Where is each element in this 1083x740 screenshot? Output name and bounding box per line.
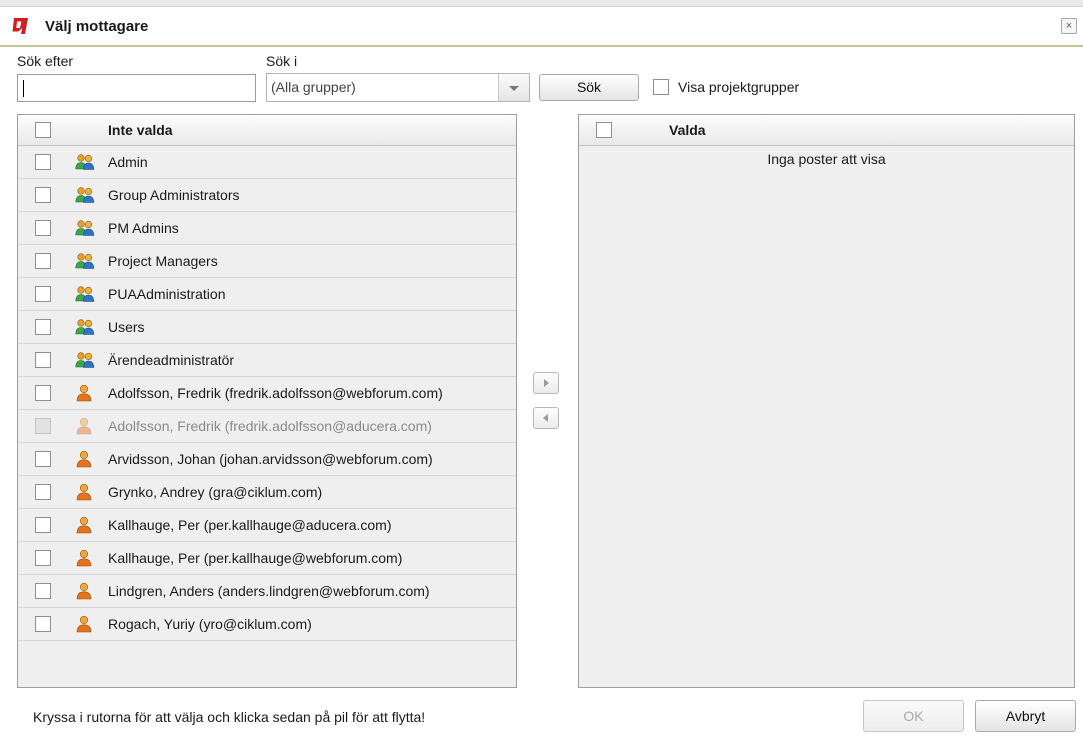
group-icon — [75, 186, 95, 207]
list-item[interactable]: PUAAdministration — [18, 278, 516, 311]
search-button[interactable]: Sök — [539, 74, 639, 101]
show-project-groups-label: Visa projektgrupper — [678, 79, 800, 95]
list-item[interactable]: Project Managers — [18, 245, 516, 278]
list-item[interactable]: Adolfsson, Fredrik (fredrik.adolfsson@we… — [18, 377, 516, 410]
item-checkbox[interactable] — [35, 187, 51, 203]
item-checkbox[interactable] — [35, 616, 51, 632]
item-checkbox[interactable] — [35, 319, 51, 335]
chevron-down-icon[interactable] — [498, 74, 529, 101]
item-checkbox[interactable] — [35, 550, 51, 566]
list-item-label: Grynko, Andrey (gra@ciklum.com) — [108, 484, 323, 500]
arrow-left-icon — [543, 414, 548, 422]
group-icon — [75, 252, 95, 273]
not-selected-list: Admin Group Administrators PM Admins Projec… — [18, 146, 516, 641]
search-in-selected-value: (Alla grupper) — [271, 79, 356, 95]
list-item[interactable]: Kallhauge, Per (per.kallhauge@webforum.c… — [18, 542, 516, 575]
close-icon: × — [1065, 20, 1073, 32]
cancel-button[interactable]: Avbryt — [975, 700, 1076, 732]
item-checkbox[interactable] — [35, 352, 51, 368]
window-top-border — [0, 0, 1083, 7]
search-in-select[interactable]: (Alla grupper) — [266, 73, 530, 102]
list-item-label: Admin — [108, 154, 148, 170]
item-checkbox — [35, 418, 51, 434]
list-item-label: Adolfsson, Fredrik (fredrik.adolfsson@we… — [108, 385, 443, 401]
show-project-groups-checkbox[interactable] — [653, 79, 669, 95]
list-item-label: Rogach, Yuriy (yro@ciklum.com) — [108, 616, 312, 632]
search-in-label: Sök i — [266, 53, 298, 69]
item-checkbox[interactable] — [35, 517, 51, 533]
list-item-label: Arvidsson, Johan (johan.arvidsson@webfor… — [108, 451, 433, 467]
item-checkbox[interactable] — [35, 583, 51, 599]
search-input[interactable] — [17, 74, 256, 102]
selected-panel: Valda Inga poster att visa — [578, 114, 1075, 688]
item-checkbox[interactable] — [35, 385, 51, 401]
search-for-label: Sök efter — [17, 53, 74, 69]
list-item-label: Group Administrators — [108, 187, 240, 203]
close-button[interactable]: × — [1061, 18, 1077, 34]
list-item[interactable]: Lindgren, Anders (anders.lindgren@webfor… — [18, 575, 516, 608]
user-icon — [75, 417, 93, 438]
list-item[interactable]: Users — [18, 311, 516, 344]
list-item-label: PM Admins — [108, 220, 179, 236]
dialog-title: Välj mottagare — [45, 18, 149, 35]
user-icon — [75, 549, 93, 570]
dialog-titlebar: Välj mottagare × — [0, 9, 1083, 47]
item-checkbox[interactable] — [35, 451, 51, 467]
selected-title: Valda — [669, 122, 706, 138]
item-checkbox[interactable] — [35, 484, 51, 500]
list-item[interactable]: Kallhauge, Per (per.kallhauge@aducera.co… — [18, 509, 516, 542]
footer-hint: Kryssa i rutorna för att välja och klick… — [33, 709, 426, 725]
user-icon — [75, 483, 93, 504]
move-right-button[interactable] — [533, 372, 559, 394]
not-selected-title: Inte valda — [108, 122, 173, 138]
item-checkbox[interactable] — [35, 286, 51, 302]
list-item-label: Kallhauge, Per (per.kallhauge@webforum.c… — [108, 550, 403, 566]
user-icon — [75, 384, 93, 405]
user-icon — [75, 582, 93, 603]
list-item-label: PUAAdministration — [108, 286, 226, 302]
user-icon — [75, 615, 93, 636]
list-item[interactable]: Adolfsson, Fredrik (fredrik.adolfsson@ad… — [18, 410, 516, 443]
group-icon — [75, 285, 95, 306]
list-item[interactable]: PM Admins — [18, 212, 516, 245]
list-item[interactable]: Grynko, Andrey (gra@ciklum.com) — [18, 476, 516, 509]
arrow-right-icon — [544, 379, 549, 387]
select-all-selected-checkbox[interactable] — [596, 122, 612, 138]
empty-message: Inga poster att visa — [767, 151, 886, 167]
app-logo-icon — [10, 16, 30, 36]
not-selected-header: Inte valda — [18, 115, 516, 146]
list-item[interactable]: Admin — [18, 146, 516, 179]
move-left-button[interactable] — [533, 407, 559, 429]
selected-header: Valda — [579, 115, 1074, 146]
item-checkbox[interactable] — [35, 220, 51, 236]
list-item-label: Kallhauge, Per (per.kallhauge@aducera.co… — [108, 517, 392, 533]
item-checkbox[interactable] — [35, 154, 51, 170]
list-item[interactable]: Ärendeadministratör — [18, 344, 516, 377]
list-item[interactable]: Group Administrators — [18, 179, 516, 212]
group-icon — [75, 351, 95, 372]
user-icon — [75, 516, 93, 537]
text-caret — [23, 80, 24, 97]
item-checkbox[interactable] — [35, 253, 51, 269]
group-icon — [75, 219, 95, 240]
list-item-label: Project Managers — [108, 253, 218, 269]
list-item[interactable]: Rogach, Yuriy (yro@ciklum.com) — [18, 608, 516, 641]
user-icon — [75, 450, 93, 471]
select-all-checkbox[interactable] — [35, 122, 51, 138]
ok-button[interactable]: OK — [863, 700, 964, 732]
list-item-label: Users — [108, 319, 145, 335]
group-icon — [75, 153, 95, 174]
list-item-label: Lindgren, Anders (anders.lindgren@webfor… — [108, 583, 430, 599]
group-icon — [75, 318, 95, 339]
list-item[interactable]: Arvidsson, Johan (johan.arvidsson@webfor… — [18, 443, 516, 476]
list-item-label: Adolfsson, Fredrik (fredrik.adolfsson@ad… — [108, 418, 432, 434]
list-item-label: Ärendeadministratör — [108, 352, 235, 368]
not-selected-panel: Inte valda Admin Group Administrators PM A… — [17, 114, 517, 688]
